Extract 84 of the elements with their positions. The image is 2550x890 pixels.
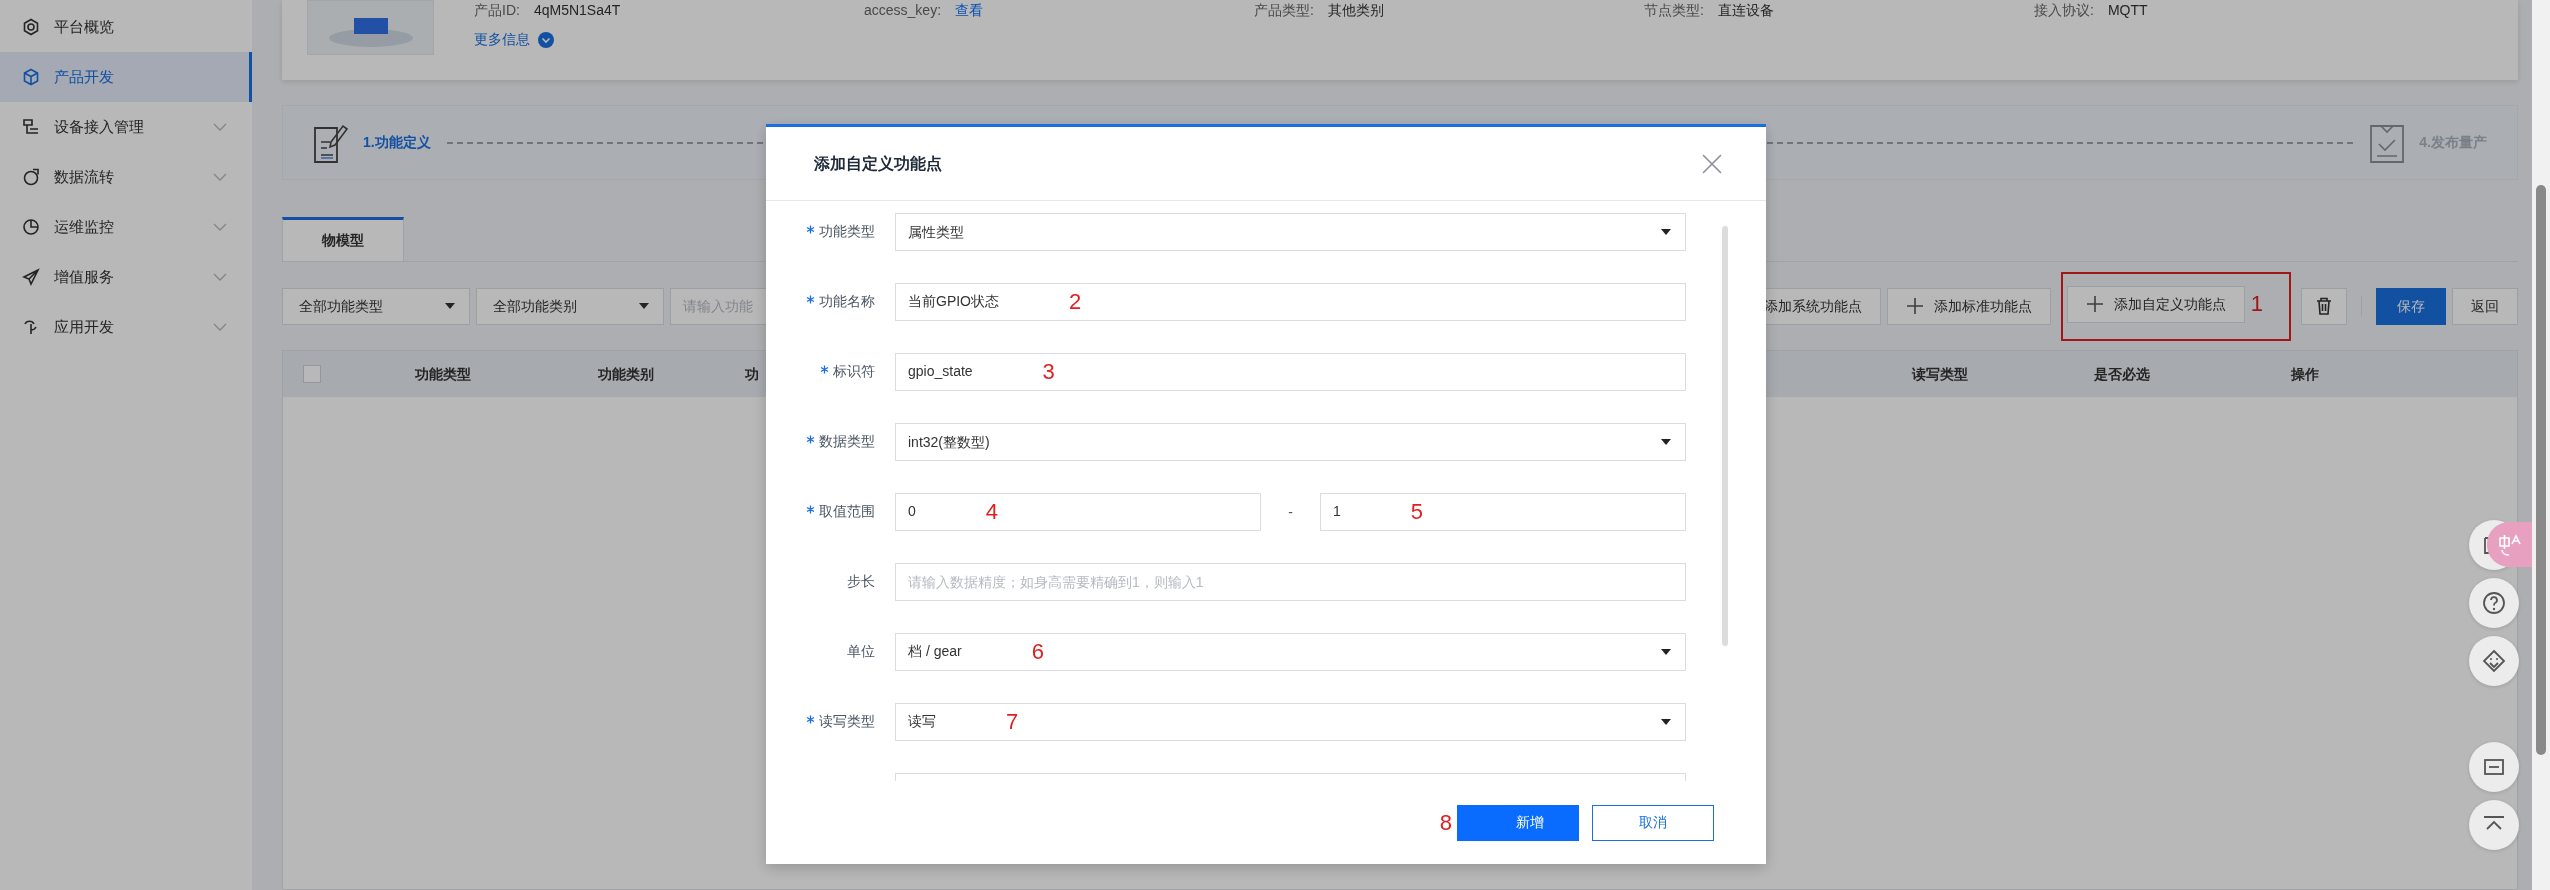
annotation-number: 1 xyxy=(2250,293,2263,315)
plus-icon xyxy=(1905,297,1924,315)
field-label: 步长 xyxy=(847,572,875,591)
filter-dropdown[interactable]: 全部功能类别 xyxy=(476,287,664,325)
paper-plane-icon xyxy=(22,268,40,286)
info-label: 产品ID: xyxy=(474,1,520,20)
annotation-number: 7 xyxy=(1006,709,1019,734)
trash-icon xyxy=(2316,297,2332,315)
caret-down-icon xyxy=(1661,719,1671,725)
annotation-number: 4 xyxy=(985,499,999,524)
filter-dropdown[interactable]: 全部功能类型 xyxy=(282,287,470,325)
field-label: 数据类型 xyxy=(819,432,875,451)
add-button[interactable]: 添加标准功能点 xyxy=(1886,287,2051,325)
back-button[interactable]: 返回 xyxy=(2452,287,2518,325)
sidebar-item[interactable]: 应用开发 xyxy=(0,302,252,352)
sidebar-item-label: 运维监控 xyxy=(54,216,114,237)
info-label: 产品类型: xyxy=(1254,1,1314,20)
dialog-title: 添加自定义功能点 xyxy=(814,153,942,174)
delete-button[interactable] xyxy=(2301,287,2347,325)
column-header: 是否必选 xyxy=(2092,364,2151,384)
view-link[interactable]: 查看 xyxy=(955,0,984,21)
info-value: MQTT xyxy=(2107,1,2148,20)
dialog-scrollbar[interactable] xyxy=(1722,226,1728,646)
curl-icon xyxy=(22,318,40,336)
device-icon xyxy=(22,118,40,136)
field-label: 标识符 xyxy=(833,362,875,381)
hexagon-icon xyxy=(22,18,40,36)
cube-icon xyxy=(22,68,40,86)
help-icon xyxy=(2482,591,2506,615)
close-icon xyxy=(1702,153,1722,174)
caret-down-icon xyxy=(445,303,455,309)
caret-down-icon xyxy=(1661,649,1671,655)
caret-down-icon xyxy=(639,303,649,309)
sidebar-item[interactable]: 数据流转 xyxy=(0,152,252,202)
sidebar-item-label: 应用开发 xyxy=(54,316,114,337)
sidebar-item[interactable]: 设备接入管理 xyxy=(0,102,252,152)
info-label: 节点类型: xyxy=(1644,1,1704,20)
column-header: 功能类别 xyxy=(596,364,655,384)
step-label: 1.功能定义 xyxy=(363,133,431,152)
page-scrollbar[interactable] xyxy=(2532,0,2550,890)
info-label: 接入协议: xyxy=(2034,1,2094,20)
sidebar-item[interactable]: 平台概览 xyxy=(0,2,252,52)
info-value: 其他类别 xyxy=(1327,1,1384,20)
caret-down-icon xyxy=(1661,439,1671,445)
add-button[interactable]: 添加自定义功能点 xyxy=(2066,285,2245,323)
field-label: 取值范围 xyxy=(819,502,875,521)
column-header: 功能类型 xyxy=(413,364,472,384)
circle-flow-icon xyxy=(22,168,40,186)
sidebar-item-label: 增值服务 xyxy=(54,266,114,287)
add-button[interactable]: 新增 xyxy=(1457,804,1579,841)
annotation-number: 3 xyxy=(1042,359,1055,384)
annotation-number: 6 xyxy=(1031,639,1044,664)
sidebar-item[interactable]: 增值服务 xyxy=(0,252,252,302)
range-separator: - xyxy=(1287,502,1294,522)
pie-chart-icon xyxy=(22,218,40,236)
field-label: 单位 xyxy=(847,642,875,661)
info-label: access_key: xyxy=(864,1,942,20)
sidebar-item-label: 设备接入管理 xyxy=(54,116,144,137)
translate-icon xyxy=(2497,533,2522,556)
tab[interactable]: 物模型 xyxy=(282,217,404,261)
cancel-button[interactable]: 取消 xyxy=(1592,804,1714,841)
dropdown-field[interactable]: 属性类型 xyxy=(895,213,1686,251)
save-button[interactable]: 保存 xyxy=(2376,287,2446,325)
info-value: 4qM5N1Sa4T xyxy=(533,1,621,20)
annotation-number: 2 xyxy=(1069,289,1082,314)
dropdown-field[interactable]: int32(整数型) xyxy=(895,423,1686,461)
select-all-checkbox[interactable] xyxy=(303,365,321,383)
sidebar-item-label: 平台概览 xyxy=(54,16,114,37)
diamond-face-icon xyxy=(2482,649,2506,673)
caret-down-icon xyxy=(1661,229,1671,235)
column-header: 读写类型 xyxy=(1910,364,1969,384)
field-label: 功能类型 xyxy=(819,222,875,241)
sidebar-item[interactable]: 运维监控 xyxy=(0,202,252,252)
info-value: 直连设备 xyxy=(1717,1,1774,20)
annotation-number: 5 xyxy=(1410,499,1424,524)
sidebar-item-label: 产品开发 xyxy=(54,66,114,87)
sidebar-item-label: 数据流转 xyxy=(54,166,114,187)
chevron-circle-icon xyxy=(538,31,554,48)
annotation-number: 8 xyxy=(1439,811,1452,834)
field-label: 读写类型 xyxy=(819,712,875,731)
more-info-link[interactable]: 更多信息 xyxy=(474,29,530,50)
column-header: 操作 xyxy=(2289,364,2320,384)
plus-icon xyxy=(2085,295,2104,313)
column-header: 功 xyxy=(745,364,760,384)
